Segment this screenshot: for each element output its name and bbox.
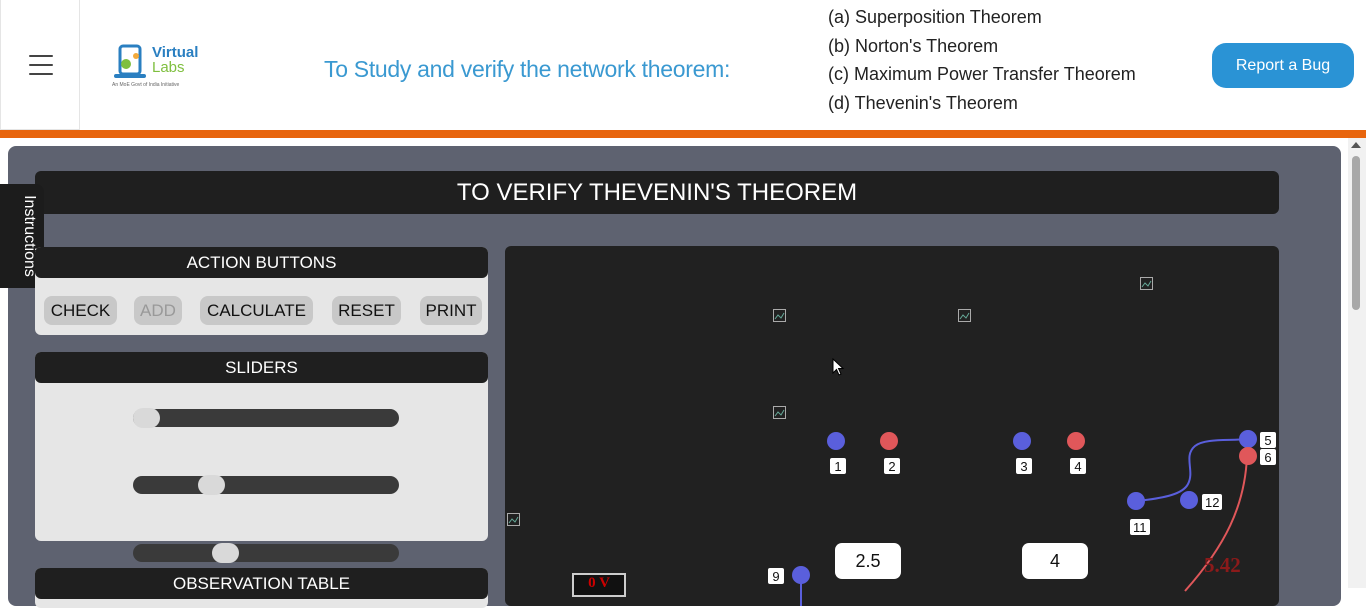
header-divider bbox=[0, 130, 1366, 138]
slider-thumb[interactable] bbox=[211, 543, 239, 563]
terminal-label: 11 bbox=[1130, 519, 1150, 535]
terminal-label: 2 bbox=[884, 458, 900, 474]
action-button-row: CHECK ADD CALCULATE RESET PRINT bbox=[35, 278, 488, 335]
theorem-item: (b) Norton's Theorem bbox=[828, 35, 999, 56]
slider-thumb[interactable] bbox=[197, 475, 225, 495]
terminal-label: 6 bbox=[1260, 449, 1276, 465]
calculate-button[interactable]: CALCULATE bbox=[200, 296, 313, 325]
sliders-panel: SLIDERS bbox=[35, 352, 488, 541]
terminal-6[interactable] bbox=[1239, 447, 1257, 465]
terminal-label: 4 bbox=[1070, 458, 1086, 474]
hamburger-icon[interactable] bbox=[29, 55, 53, 75]
page-title: TO VERIFY THEVENIN'S THEOREM bbox=[35, 171, 1279, 214]
component-image[interactable] bbox=[507, 513, 520, 526]
terminal-3[interactable] bbox=[1013, 432, 1031, 450]
action-buttons-panel: ACTION BUTTONS CHECK ADD CALCULATE RESET… bbox=[35, 247, 488, 335]
terminal-12[interactable] bbox=[1180, 491, 1198, 509]
observation-table-panel: OBSERVATION TABLE bbox=[35, 568, 488, 608]
slider-1[interactable] bbox=[133, 408, 399, 428]
menu-button[interactable] bbox=[0, 0, 80, 130]
theorem-item: (c) Maximum Power Transfer Theorem bbox=[828, 64, 1136, 85]
check-button[interactable]: CHECK bbox=[44, 296, 117, 325]
panel-heading: ACTION BUTTONS bbox=[35, 247, 488, 278]
mouse-cursor-icon bbox=[832, 358, 845, 376]
theorem-item: (a) Superposition Theorem bbox=[828, 7, 1042, 27]
print-button[interactable]: PRINT bbox=[420, 296, 482, 325]
theorem-item: (d) Thevenin's Theorem bbox=[828, 92, 1018, 113]
terminal-label: 5 bbox=[1260, 432, 1276, 448]
panel-heading: SLIDERS bbox=[35, 352, 488, 383]
terminal-4[interactable] bbox=[1067, 432, 1085, 450]
terminal-label: 9 bbox=[768, 568, 784, 584]
site-header: Virtual Labs An MoE Govt of India Initia… bbox=[0, 0, 1366, 130]
report-bug-button[interactable]: Report a Bug bbox=[1212, 43, 1354, 88]
circuit-canvas[interactable]: 1 2 3 4 5 6 9 11 12 2.5 4 5.42 bbox=[505, 246, 1279, 606]
terminal-11[interactable] bbox=[1127, 492, 1145, 510]
theorem-list: (a) Superposition Theorem (b) Norton's T… bbox=[828, 3, 1136, 117]
terminal-5[interactable] bbox=[1239, 430, 1257, 448]
terminal-label: 1 bbox=[830, 458, 846, 474]
terminal-1[interactable] bbox=[827, 432, 845, 450]
resistance-value-box[interactable]: 2.5 bbox=[835, 543, 901, 579]
reset-button[interactable]: RESET bbox=[332, 296, 401, 325]
terminal-2[interactable] bbox=[880, 432, 898, 450]
terminal-9[interactable] bbox=[792, 566, 810, 584]
component-image[interactable] bbox=[958, 309, 971, 322]
component-image[interactable] bbox=[773, 406, 786, 419]
scroll-up-icon[interactable] bbox=[1351, 142, 1361, 148]
slider-3[interactable] bbox=[133, 543, 399, 563]
component-image[interactable] bbox=[1140, 277, 1153, 290]
logo-tagline: An MoE Govt of India Initiative bbox=[112, 82, 180, 88]
voltmeter-display: 0 V bbox=[572, 573, 626, 597]
experiment-title: To Study and verify the network theorem: bbox=[324, 56, 731, 82]
logo-text: Labs bbox=[152, 59, 185, 76]
virtual-labs-logo[interactable]: Virtual Labs An MoE Govt of India Initia… bbox=[108, 40, 203, 92]
slider-2[interactable] bbox=[133, 475, 399, 495]
add-button[interactable]: ADD bbox=[134, 296, 182, 325]
slider-thumb[interactable] bbox=[133, 408, 160, 428]
ammeter-readout: 5.42 bbox=[1204, 553, 1241, 577]
scrollbar-thumb[interactable] bbox=[1352, 156, 1360, 310]
component-image[interactable] bbox=[773, 309, 786, 322]
terminal-label: 3 bbox=[1016, 458, 1032, 474]
panel-heading: OBSERVATION TABLE bbox=[35, 568, 488, 599]
flask-icon bbox=[114, 44, 146, 78]
resistance-value-box[interactable]: 4 bbox=[1022, 543, 1088, 579]
terminal-label: 12 bbox=[1202, 494, 1223, 510]
